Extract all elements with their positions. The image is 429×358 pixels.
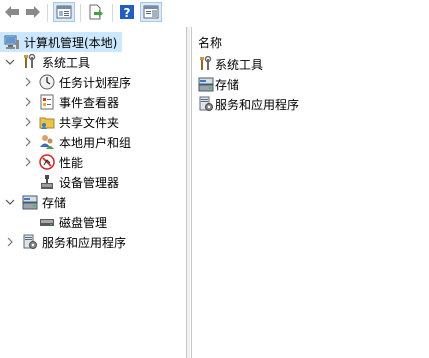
device-manager-icon (39, 174, 55, 190)
performance-icon (39, 154, 55, 170)
show-hide-tree-button[interactable] (53, 2, 75, 22)
tree-item-label: 系统工具 (42, 55, 91, 70)
tree-item-label: 共享文件夹 (59, 115, 120, 130)
help-button[interactable]: ? (118, 2, 136, 22)
tree-item-label: 磁盘管理 (59, 215, 108, 230)
tree-item-device-manager[interactable]: 设备管理器 (22, 172, 119, 192)
action-pane-icon (143, 5, 159, 19)
chevron-down-icon[interactable] (4, 196, 16, 208)
tree-item-performance[interactable]: 性能 (22, 152, 83, 172)
tree-item-storage[interactable]: 存储 (4, 192, 66, 212)
list-item-label: 服务和应用程序 (215, 97, 300, 112)
chevron-right-icon[interactable] (22, 76, 34, 88)
tree-item-label: 本地用户和组 (59, 135, 132, 150)
tree-item-local-users-groups[interactable]: 本地用户和组 (22, 132, 131, 152)
toolbar-separator (47, 4, 48, 22)
chevron-right-icon[interactable] (4, 236, 16, 248)
list-item-label: 存储 (215, 77, 240, 92)
shared-folder-icon (39, 114, 55, 130)
back-button[interactable] (3, 2, 21, 22)
tree-item-event-viewer[interactable]: 事件查看器 (22, 92, 119, 112)
toolbar-separator (112, 4, 113, 22)
arrow-left-icon (5, 6, 19, 18)
toolbar: ? (0, 0, 429, 26)
tree-item-label: 设备管理器 (59, 175, 120, 190)
toolbar-separator (80, 4, 81, 22)
users-group-icon (39, 134, 55, 150)
tree-item-label: 存储 (42, 195, 67, 210)
tree-root-computer-management[interactable]: 计算机管理(本地) (0, 32, 122, 52)
tree-item-shared-folders[interactable]: 共享文件夹 (22, 112, 119, 132)
export-list-button[interactable] (86, 2, 106, 22)
console-tree[interactable]: 计算机管理(本地) 系统工具 任务计划程序 事件查看器 共享文件夹 本地用户和组… (0, 27, 187, 358)
tree-item-label: 事件查看器 (59, 95, 120, 110)
pane-splitter[interactable] (187, 27, 190, 358)
console-tree-icon (56, 5, 72, 19)
list-item-system-tools[interactable]: 系统工具 (198, 55, 263, 73)
clock-icon (39, 74, 55, 90)
svg-text:?: ? (124, 6, 131, 20)
services-applications-icon (22, 234, 38, 250)
system-tools-icon (198, 55, 214, 72)
chevron-down-icon[interactable] (4, 56, 16, 68)
system-tools-icon (22, 53, 38, 70)
export-icon (89, 4, 103, 20)
chevron-right-icon[interactable] (22, 116, 34, 128)
list-item-storage[interactable]: 存储 (198, 75, 239, 93)
storage-icon (22, 194, 38, 210)
column-header-name[interactable]: 名称 (198, 34, 222, 51)
show-hide-action-pane-button[interactable] (140, 2, 162, 22)
help-icon: ? (120, 5, 134, 20)
chevron-right-icon[interactable] (22, 136, 34, 148)
tree-item-label: 任务计划程序 (59, 75, 132, 90)
tree-item-disk-management[interactable]: 磁盘管理 (22, 212, 107, 232)
computer-management-icon (4, 34, 20, 50)
list-item-label: 系统工具 (215, 57, 264, 72)
disk-icon (39, 214, 55, 230)
chevron-right-icon[interactable] (22, 96, 34, 108)
event-viewer-icon (39, 94, 55, 110)
list-item-services-applications[interactable]: 服务和应用程序 (198, 95, 299, 113)
forward-button[interactable] (24, 2, 42, 22)
tree-root-label: 计算机管理(本地) (24, 35, 118, 50)
arrow-right-icon (26, 6, 40, 18)
tree-item-services-applications[interactable]: 服务和应用程序 (4, 232, 126, 252)
services-applications-icon (198, 96, 214, 112)
tree-item-label: 服务和应用程序 (42, 235, 127, 250)
storage-icon (198, 76, 214, 92)
tree-item-task-scheduler[interactable]: 任务计划程序 (22, 72, 131, 92)
tree-item-label: 性能 (59, 155, 84, 170)
chevron-right-icon[interactable] (22, 156, 34, 168)
tree-item-system-tools[interactable]: 系统工具 (4, 52, 90, 72)
